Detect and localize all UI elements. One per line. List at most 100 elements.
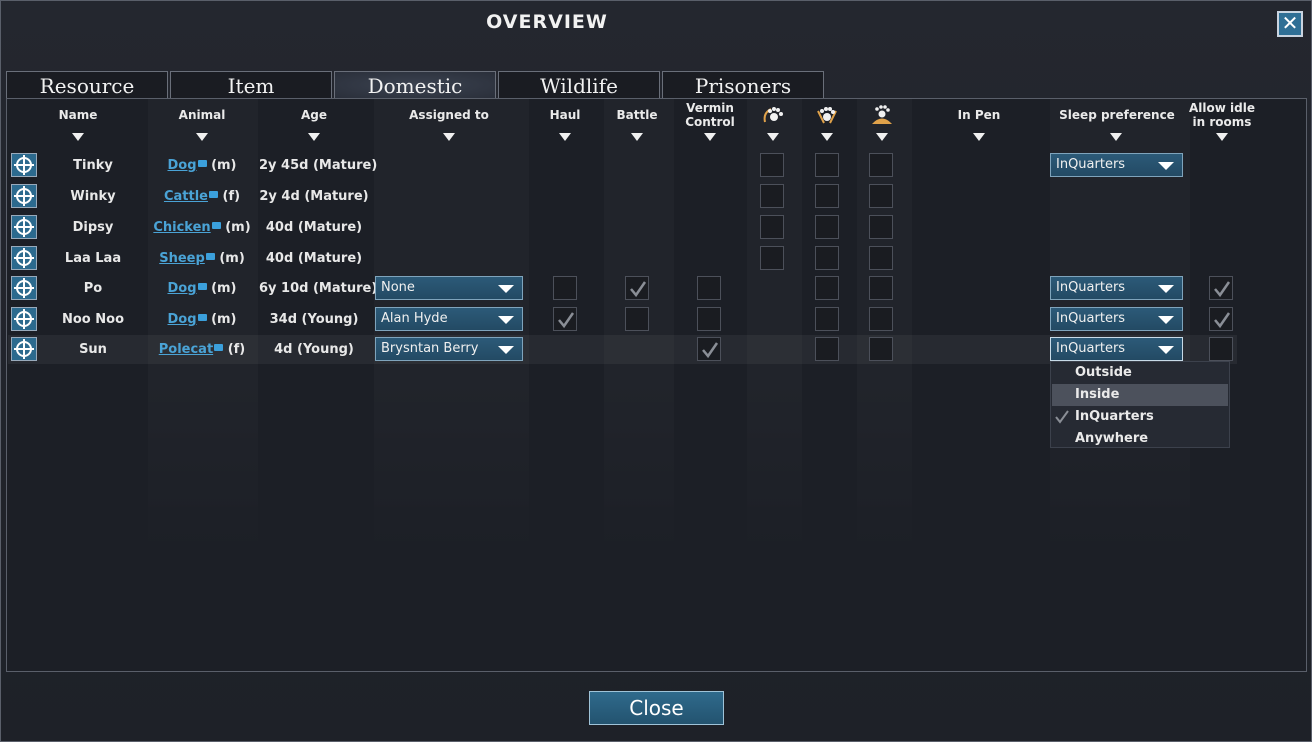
book-icon[interactable] [197,160,207,167]
sort-arrow-icon1[interactable] [767,133,779,141]
close-button[interactable]: Close [589,691,724,725]
header-animal[interactable]: Animal [161,108,243,122]
header-vermin-control[interactable]: Vermin Control [675,101,745,129]
animal-link[interactable]: Dog [168,158,197,173]
tab-item[interactable]: Item [170,71,332,98]
checkbox-col1[interactable] [760,184,784,208]
book-icon[interactable] [197,314,207,321]
focus-target-button[interactable] [11,307,37,331]
checkbox-col3[interactable] [869,184,893,208]
sort-arrow-assigned[interactable] [443,133,455,141]
close-window-icon[interactable]: ✕ [1277,11,1303,37]
tab-resource[interactable]: Resource [6,71,168,98]
header-sleep-preference[interactable]: Sleep preference [1057,108,1177,122]
book-icon[interactable] [211,222,221,229]
cell-sex: (f) [222,189,241,204]
header-allow-idle[interactable]: Allow idle in rooms [1182,101,1262,129]
menu-option-outside[interactable]: Outside [1052,362,1228,384]
sleep-dropdown[interactable]: InQuarters [1050,276,1183,300]
focus-target-button[interactable] [11,337,37,361]
cell-animal: Chicken (m) [151,213,253,242]
checkbox-col1[interactable] [760,246,784,270]
sort-arrow-name[interactable] [72,133,84,141]
checkbox-haul[interactable] [553,307,577,331]
header-assigned-to[interactable]: Assigned to [399,108,499,122]
sort-arrow-vermin[interactable] [704,133,716,141]
animal-link[interactable]: Sheep [159,251,205,266]
assigned-dropdown[interactable]: None [375,276,523,300]
checkbox-col2[interactable] [815,153,839,177]
focus-target-button[interactable] [11,184,37,208]
checkbox-col3[interactable] [869,153,893,177]
sort-arrow-icon2[interactable] [821,133,833,141]
sort-arrow-icon3[interactable] [876,133,888,141]
cell-animal: Dog (m) [151,274,253,303]
sleep-dropdown[interactable]: InQuarters [1050,307,1183,331]
animal-link[interactable]: Cattle [164,189,208,204]
checkbox-battle[interactable] [625,307,649,331]
header-name[interactable]: Name [38,108,118,122]
sort-arrow-animal[interactable] [196,133,208,141]
cell-sex: (m) [225,220,251,235]
paw-bowl-icon[interactable] [816,105,838,125]
sleep-dropdown-open[interactable]: InQuarters [1050,337,1183,361]
focus-target-button[interactable] [11,153,37,177]
checkbox-allow-idle[interactable] [1209,337,1233,361]
checkbox-col2[interactable] [815,215,839,239]
header-haul[interactable]: Haul [535,108,595,122]
header-age[interactable]: Age [273,108,355,122]
tab-prisoners[interactable]: Prisoners [662,71,824,98]
sort-arrow-age[interactable] [308,133,320,141]
animal-link[interactable]: Chicken [153,220,210,235]
checkbox-col3[interactable] [869,215,893,239]
tab-domestic[interactable]: Domestic [334,71,496,98]
paw-hill-icon[interactable] [871,105,893,125]
checkbox-allow-idle[interactable] [1209,307,1233,331]
animal-link[interactable]: Dog [168,281,197,296]
focus-target-button[interactable] [11,246,37,270]
sort-arrow-haul[interactable] [559,133,571,141]
book-icon[interactable] [214,344,224,351]
sleep-dropdown[interactable]: InQuarters [1050,153,1183,177]
menu-option-inside[interactable]: Inside [1052,384,1228,406]
checkbox-vermin[interactable] [697,307,721,331]
checkbox-battle[interactable] [625,276,649,300]
checkbox-col1[interactable] [760,153,784,177]
checkbox-vermin[interactable] [697,337,721,361]
assigned-dropdown[interactable]: Alan Hyde [375,307,523,331]
checkbox-col2[interactable] [815,307,839,331]
cell-name: Sun [79,342,107,357]
checkbox-col3[interactable] [869,337,893,361]
animal-link[interactable]: Dog [168,312,197,327]
header-in-pen[interactable]: In Pen [939,108,1019,122]
checkbox-col3[interactable] [869,307,893,331]
checkbox-vermin[interactable] [697,276,721,300]
focus-target-button[interactable] [11,215,37,239]
checkbox-col2[interactable] [815,337,839,361]
checkbox-col3[interactable] [869,246,893,270]
tab-wildlife[interactable]: Wildlife [498,71,660,98]
sort-arrow-allow-idle[interactable] [1216,133,1228,141]
cell-name: Noo Noo [61,312,124,327]
checkbox-col1[interactable] [760,215,784,239]
focus-target-button[interactable] [11,276,37,300]
header-battle[interactable]: Battle [607,108,667,122]
book-icon[interactable] [205,253,215,260]
header-allow-idle-line1: Allow idle [1189,101,1255,115]
menu-option-inquarters[interactable]: InQuarters [1052,406,1228,428]
animal-link[interactable]: Polecat [159,342,213,357]
checkbox-col2[interactable] [815,246,839,270]
checkbox-col2[interactable] [815,276,839,300]
menu-option-anywhere[interactable]: Anywhere [1052,428,1228,450]
checkbox-col3[interactable] [869,276,893,300]
assigned-dropdown[interactable]: Brysntan Berry [375,337,523,361]
checkbox-allow-idle[interactable] [1209,276,1233,300]
sort-arrow-in-pen[interactable] [973,133,985,141]
checkbox-haul[interactable] [553,276,577,300]
sort-arrow-sleep[interactable] [1110,133,1122,141]
book-icon[interactable] [208,191,218,198]
book-icon[interactable] [197,283,207,290]
checkbox-col2[interactable] [815,184,839,208]
sort-arrow-battle[interactable] [631,133,643,141]
paw-claw-icon[interactable] [762,105,784,125]
